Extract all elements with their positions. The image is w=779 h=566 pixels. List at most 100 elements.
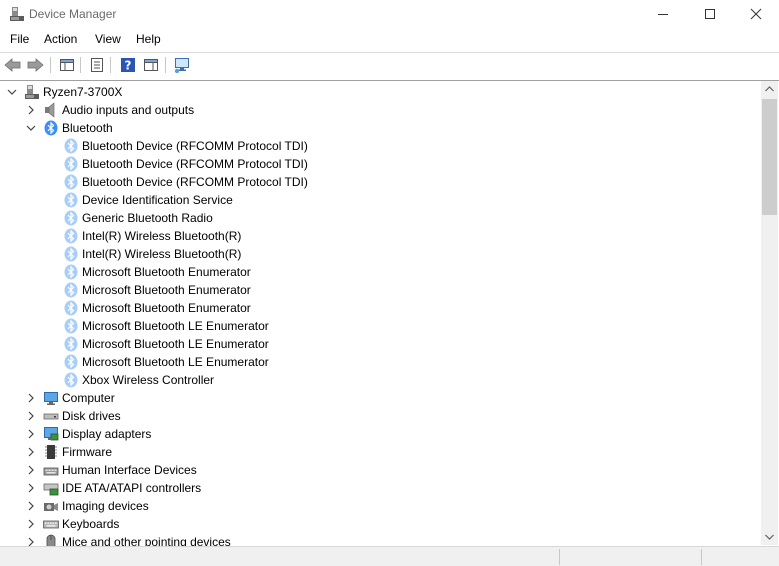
chevron-right-icon[interactable] [25, 464, 37, 476]
tree-category-keyboards[interactable]: Keyboards [25, 515, 119, 533]
close-icon [750, 8, 762, 20]
speaker-icon [43, 102, 59, 118]
tree-device-item[interactable]: Microsoft Bluetooth LE Enumerator [63, 335, 269, 353]
show-hide-console-tree-button[interactable] [58, 56, 76, 74]
tree-category-bluetooth[interactable]: Bluetooth [25, 119, 113, 137]
menu-view[interactable]: View [95, 32, 121, 46]
menu-file[interactable]: File [10, 32, 29, 46]
menu-help[interactable]: Help [136, 32, 161, 46]
chevron-right-icon[interactable] [25, 392, 37, 404]
chevron-right-icon[interactable] [25, 104, 37, 116]
camera-icon [43, 498, 59, 514]
tree-device-label: Microsoft Bluetooth LE Enumerator [82, 355, 269, 369]
scrollbar-thumb[interactable] [762, 99, 777, 215]
tree-category-label: Imaging devices [62, 499, 149, 513]
tree-device-item[interactable]: Device Identification Service [63, 191, 233, 209]
tree-category-label: Computer [62, 391, 115, 405]
chevron-right-icon[interactable] [25, 446, 37, 458]
tree-category-hid[interactable]: Human Interface Devices [25, 461, 197, 479]
title-bar: Device Manager [0, 0, 779, 28]
toolbar-separator [110, 57, 111, 73]
bluetooth-device-icon [63, 246, 79, 262]
bluetooth-device-icon [63, 192, 79, 208]
tree-category-ide-controllers[interactable]: IDE ATA/ATAPI controllers [25, 479, 201, 497]
tree-device-label: Intel(R) Wireless Bluetooth(R) [82, 229, 242, 243]
menu-action[interactable]: Action [44, 32, 77, 46]
device-manager-app-icon [9, 6, 25, 22]
chevron-right-icon[interactable] [25, 536, 37, 546]
tree-device-item[interactable]: Bluetooth Device (RFCOMM Protocol TDI) [63, 173, 308, 191]
tree-category-label: Display adapters [62, 427, 152, 441]
window-title: Device Manager [29, 7, 117, 21]
tree-device-item[interactable]: Microsoft Bluetooth LE Enumerator [63, 353, 269, 371]
chevron-right-icon[interactable] [25, 500, 37, 512]
tree-category-audio[interactable]: Audio inputs and outputs [25, 101, 194, 119]
tree-category-label: IDE ATA/ATAPI controllers [62, 481, 202, 495]
forward-button[interactable] [26, 56, 44, 74]
tree-device-item[interactable]: Xbox Wireless Controller [63, 371, 214, 389]
tree-root-node[interactable]: Ryzen7-3700X [6, 83, 122, 101]
tree-category-label: Audio inputs and outputs [62, 103, 195, 117]
tree-device-item[interactable]: Generic Bluetooth Radio [63, 209, 213, 227]
tree-device-label: Microsoft Bluetooth Enumerator [82, 283, 251, 297]
tree-category-label: Firmware [62, 445, 112, 459]
tree-category-label: Mice and other pointing devices [62, 535, 231, 546]
tree-device-label: Generic Bluetooth Radio [82, 211, 213, 225]
tree-category-firmware[interactable]: Firmware [25, 443, 112, 461]
close-button[interactable] [733, 0, 779, 28]
bluetooth-device-icon [63, 300, 79, 316]
menu-bar: File Action View Help [0, 29, 779, 51]
tree-category-label: Keyboards [62, 517, 120, 531]
tree-device-item[interactable]: Intel(R) Wireless Bluetooth(R) [63, 245, 241, 263]
minimize-button[interactable] [640, 0, 686, 28]
chevron-right-icon[interactable] [25, 410, 37, 422]
vertical-scrollbar[interactable] [761, 81, 778, 545]
maximize-button[interactable] [687, 0, 733, 28]
tree-device-item[interactable]: Intel(R) Wireless Bluetooth(R) [63, 227, 241, 245]
tree-category-label: Disk drives [62, 409, 121, 423]
keyboard-icon [43, 516, 59, 532]
bluetooth-device-icon [63, 336, 79, 352]
tree-device-item[interactable]: Microsoft Bluetooth Enumerator [63, 299, 251, 317]
chevron-right-icon[interactable] [25, 518, 37, 530]
maximize-icon [705, 9, 715, 19]
display-adapter-icon [43, 426, 59, 442]
bluetooth-device-icon [63, 156, 79, 172]
tree-category-disk-drives[interactable]: Disk drives [25, 407, 121, 425]
disk-drive-icon [43, 408, 59, 424]
bluetooth-device-icon [63, 354, 79, 370]
back-button[interactable] [4, 56, 22, 74]
tree-device-label: Xbox Wireless Controller [82, 373, 215, 387]
chevron-down-icon[interactable] [6, 86, 18, 98]
tree-device-item[interactable]: Microsoft Bluetooth Enumerator [63, 263, 251, 281]
computer-tower-icon [24, 84, 40, 100]
tree-category-computer[interactable]: Computer [25, 389, 115, 407]
minimize-icon [658, 14, 668, 15]
tree-device-item[interactable]: Bluetooth Device (RFCOMM Protocol TDI) [63, 137, 308, 155]
tree-category-mice[interactable]: Mice and other pointing devices [25, 533, 231, 546]
scan-hardware-button[interactable] [173, 56, 191, 74]
scroll-down-arrow-icon[interactable] [765, 534, 774, 540]
properties-button[interactable] [88, 56, 106, 74]
help-button[interactable]: ? [119, 56, 137, 74]
tree-device-label: Intel(R) Wireless Bluetooth(R) [82, 247, 242, 261]
tree-category-label: Bluetooth [62, 121, 113, 135]
tree-device-item[interactable]: Bluetooth Device (RFCOMM Protocol TDI) [63, 155, 308, 173]
bluetooth-device-icon [63, 264, 79, 280]
tree-device-label: Microsoft Bluetooth LE Enumerator [82, 337, 269, 351]
forward-icon [27, 58, 44, 72]
console-tree-icon [60, 59, 74, 71]
chevron-down-icon[interactable] [25, 122, 37, 134]
device-tree: Ryzen7-3700X Audio inputs and outputs Bl… [0, 80, 779, 546]
show-action-pane-button[interactable] [142, 56, 160, 74]
bluetooth-device-icon [63, 174, 79, 190]
chevron-right-icon[interactable] [25, 482, 37, 494]
tree-device-item[interactable]: Microsoft Bluetooth LE Enumerator [63, 317, 269, 335]
monitor-icon [43, 390, 59, 406]
chevron-right-icon[interactable] [25, 428, 37, 440]
tree-device-item[interactable]: Microsoft Bluetooth Enumerator [63, 281, 251, 299]
tree-category-imaging-devices[interactable]: Imaging devices [25, 497, 149, 515]
tree-category-display-adapters[interactable]: Display adapters [25, 425, 151, 443]
mouse-icon [43, 534, 59, 546]
scroll-up-arrow-icon[interactable] [765, 86, 774, 92]
